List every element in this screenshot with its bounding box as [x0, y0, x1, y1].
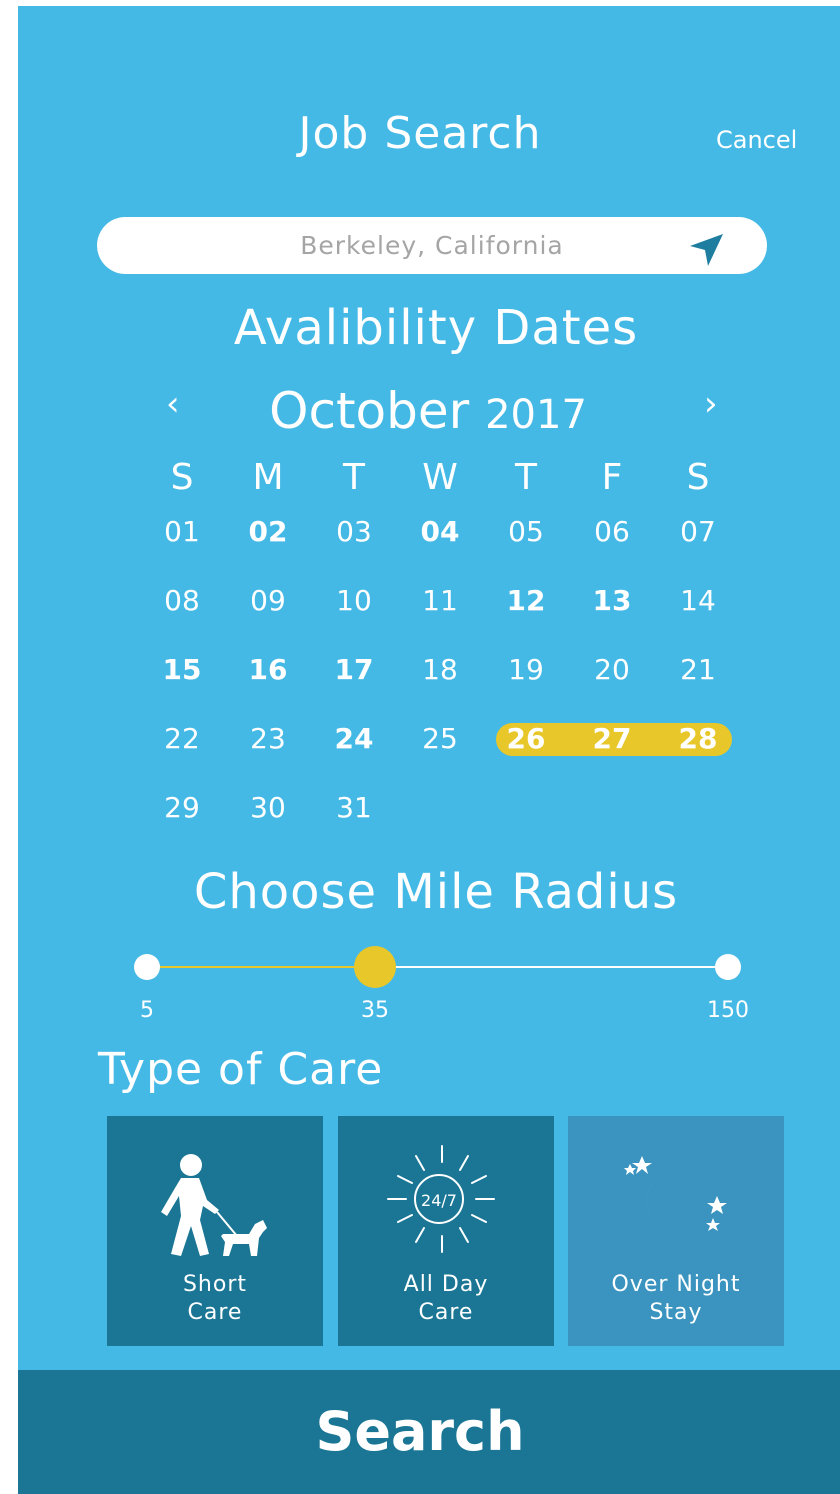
- radius-max-label: 150: [707, 998, 749, 1023]
- year-label: 2017: [485, 392, 587, 438]
- calendar-day[interactable]: 01: [152, 515, 212, 548]
- calendar-day[interactable]: 29: [152, 791, 212, 824]
- calendar-day[interactable]: 25: [410, 722, 470, 755]
- calendar-day[interactable]: 26: [496, 722, 556, 755]
- location-arrow-icon[interactable]: [688, 232, 724, 268]
- person-walking-dog-icon: [161, 1154, 267, 1256]
- calendar-day[interactable]: 02: [238, 515, 298, 548]
- calendar-day[interactable]: 20: [582, 653, 642, 686]
- calendar-day[interactable]: 17: [324, 653, 384, 686]
- calendar-day[interactable]: 08: [152, 584, 212, 617]
- calendar-day[interactable]: 18: [410, 653, 470, 686]
- calendar-day[interactable]: 04: [410, 515, 470, 548]
- sun-24-7-icon: 24/7: [387, 1145, 495, 1253]
- calendar-day[interactable]: 21: [668, 653, 728, 686]
- care-option-over-night-stay[interactable]: Over Night Stay: [568, 1116, 784, 1346]
- care-option-label-line2: Care: [418, 1300, 474, 1325]
- calendar-day[interactable]: 28: [668, 722, 728, 755]
- chevron-right-icon[interactable]: ›: [704, 384, 718, 424]
- calendar-day[interactable]: 23: [238, 722, 298, 755]
- slider-min-stop[interactable]: [134, 954, 160, 980]
- weekday-header: M: [252, 457, 284, 498]
- weekday-header: S: [170, 457, 194, 498]
- calendar-day[interactable]: 24: [324, 722, 384, 755]
- care-option-short-care[interactable]: Short Care: [107, 1116, 323, 1346]
- calendar-day[interactable]: 06: [582, 515, 642, 548]
- calendar-day[interactable]: 05: [496, 515, 556, 548]
- slider-track-empty: [375, 966, 728, 968]
- calendar-day[interactable]: 13: [582, 584, 642, 617]
- search-button-label: Search: [315, 1400, 525, 1463]
- calendar-day[interactable]: 22: [152, 722, 212, 755]
- calendar-day[interactable]: 07: [668, 515, 728, 548]
- care-option-label-line2: Stay: [649, 1300, 703, 1325]
- radius-value-label: 35: [361, 998, 389, 1023]
- calendar-day[interactable]: 03: [324, 515, 384, 548]
- calendar-day[interactable]: 15: [152, 653, 212, 686]
- calendar-day[interactable]: 10: [324, 584, 384, 617]
- location-value: Berkeley, California: [300, 231, 564, 260]
- calendar-day[interactable]: 31: [324, 791, 384, 824]
- availability-title: Avalibility Dates: [233, 300, 639, 356]
- slider-track-filled: [147, 966, 375, 968]
- calendar-day[interactable]: 14: [668, 584, 728, 617]
- search-button[interactable]: Search: [18, 1370, 840, 1494]
- calendar-day[interactable]: 11: [410, 584, 470, 617]
- weekday-header: W: [422, 457, 458, 498]
- calendar-day[interactable]: 19: [496, 653, 556, 686]
- care-title: Type of Care: [98, 1044, 384, 1095]
- calendar-day[interactable]: 30: [238, 791, 298, 824]
- care-option-label-line1: Over Night: [611, 1272, 741, 1297]
- care-option-label-line1: Short: [182, 1272, 248, 1297]
- month-label: October: [269, 382, 470, 440]
- cancel-button[interactable]: Cancel: [716, 126, 797, 154]
- weekday-header: T: [515, 457, 537, 498]
- slider-knob[interactable]: [354, 946, 396, 988]
- moon-stars-icon: [624, 1156, 727, 1231]
- radius-title: Choose Mile Radius: [193, 864, 679, 920]
- calendar-day[interactable]: 16: [238, 653, 298, 686]
- slider-max-stop[interactable]: [715, 954, 741, 980]
- care-option-all-day-care[interactable]: 24/7 All Day Care: [338, 1116, 554, 1346]
- care-option-label-line2: Care: [187, 1300, 243, 1325]
- weekday-header: T: [343, 457, 365, 498]
- calendar-day[interactable]: 09: [238, 584, 298, 617]
- svg-text:24/7: 24/7: [421, 1191, 457, 1210]
- location-input[interactable]: Berkeley, California: [97, 217, 767, 274]
- calendar-day[interactable]: 27: [582, 722, 642, 755]
- care-option-label-line1: All Day: [403, 1272, 489, 1297]
- calendar-day[interactable]: 12: [496, 584, 556, 617]
- weekday-header: S: [686, 457, 710, 498]
- page-title: Job Search: [298, 108, 542, 159]
- weekday-header: F: [601, 457, 623, 498]
- radius-min-label: 5: [140, 998, 154, 1023]
